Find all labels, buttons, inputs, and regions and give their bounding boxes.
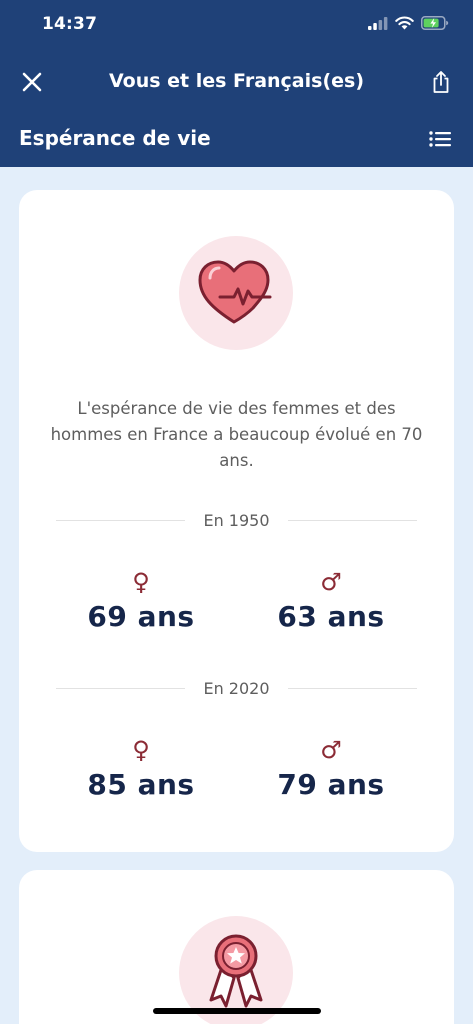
status-bar: 14:37 <box>0 0 473 52</box>
list-icon <box>429 131 451 147</box>
male-symbol-icon: ♂ <box>320 568 342 596</box>
share-button[interactable] <box>425 66 457 98</box>
section-bar: Espérance de vie <box>0 118 473 160</box>
male-symbol-icon: ♂ <box>320 736 342 764</box>
nav-bar: Vous et les Français(es) <box>0 58 473 106</box>
next-card <box>19 870 454 1024</box>
stat-women-2020: ♀ 85 ans <box>51 736 231 801</box>
stat-value: 63 ans <box>277 600 385 633</box>
app-header: 14:37 Vous et les Français(es) Espérance… <box>0 0 473 167</box>
female-symbol-icon: ♀ <box>132 568 150 596</box>
status-time: 14:37 <box>42 14 98 34</box>
stat-value: 69 ans <box>87 600 195 633</box>
status-icons <box>368 16 449 30</box>
period-label: En 2020 <box>203 678 270 698</box>
female-symbol-icon: ♀ <box>132 736 150 764</box>
divider-line <box>287 687 417 689</box>
signal-icon <box>368 16 388 30</box>
divider-line <box>56 687 186 689</box>
share-icon <box>433 71 449 93</box>
stat-men-1950: ♂ 63 ans <box>241 568 421 633</box>
period-divider-1950: En 1950 <box>56 510 417 530</box>
section-menu-button[interactable] <box>425 124 455 154</box>
intro-text: L'espérance de vie des femmes et des hom… <box>50 399 423 470</box>
stat-women-1950: ♀ 69 ans <box>51 568 231 633</box>
life-expectancy-card: L'espérance de vie des femmes et des hom… <box>19 190 454 852</box>
icon-badge <box>179 236 293 350</box>
stat-value: 85 ans <box>87 768 195 801</box>
period-divider-2020: En 2020 <box>56 678 417 698</box>
home-indicator[interactable] <box>153 1008 321 1014</box>
period-label: En 1950 <box>203 510 270 530</box>
section-title: Espérance de vie <box>19 126 211 150</box>
battery-charging-icon <box>421 16 449 30</box>
divider-line <box>56 519 186 521</box>
wifi-icon <box>395 16 414 30</box>
page-title: Vous et les Français(es) <box>108 70 365 92</box>
divider-line <box>287 519 417 521</box>
heart-pulse-icon <box>198 260 272 324</box>
award-ribbon-icon <box>209 934 263 1008</box>
stat-value: 79 ans <box>277 768 385 801</box>
stat-men-2020: ♂ 79 ans <box>241 736 421 801</box>
